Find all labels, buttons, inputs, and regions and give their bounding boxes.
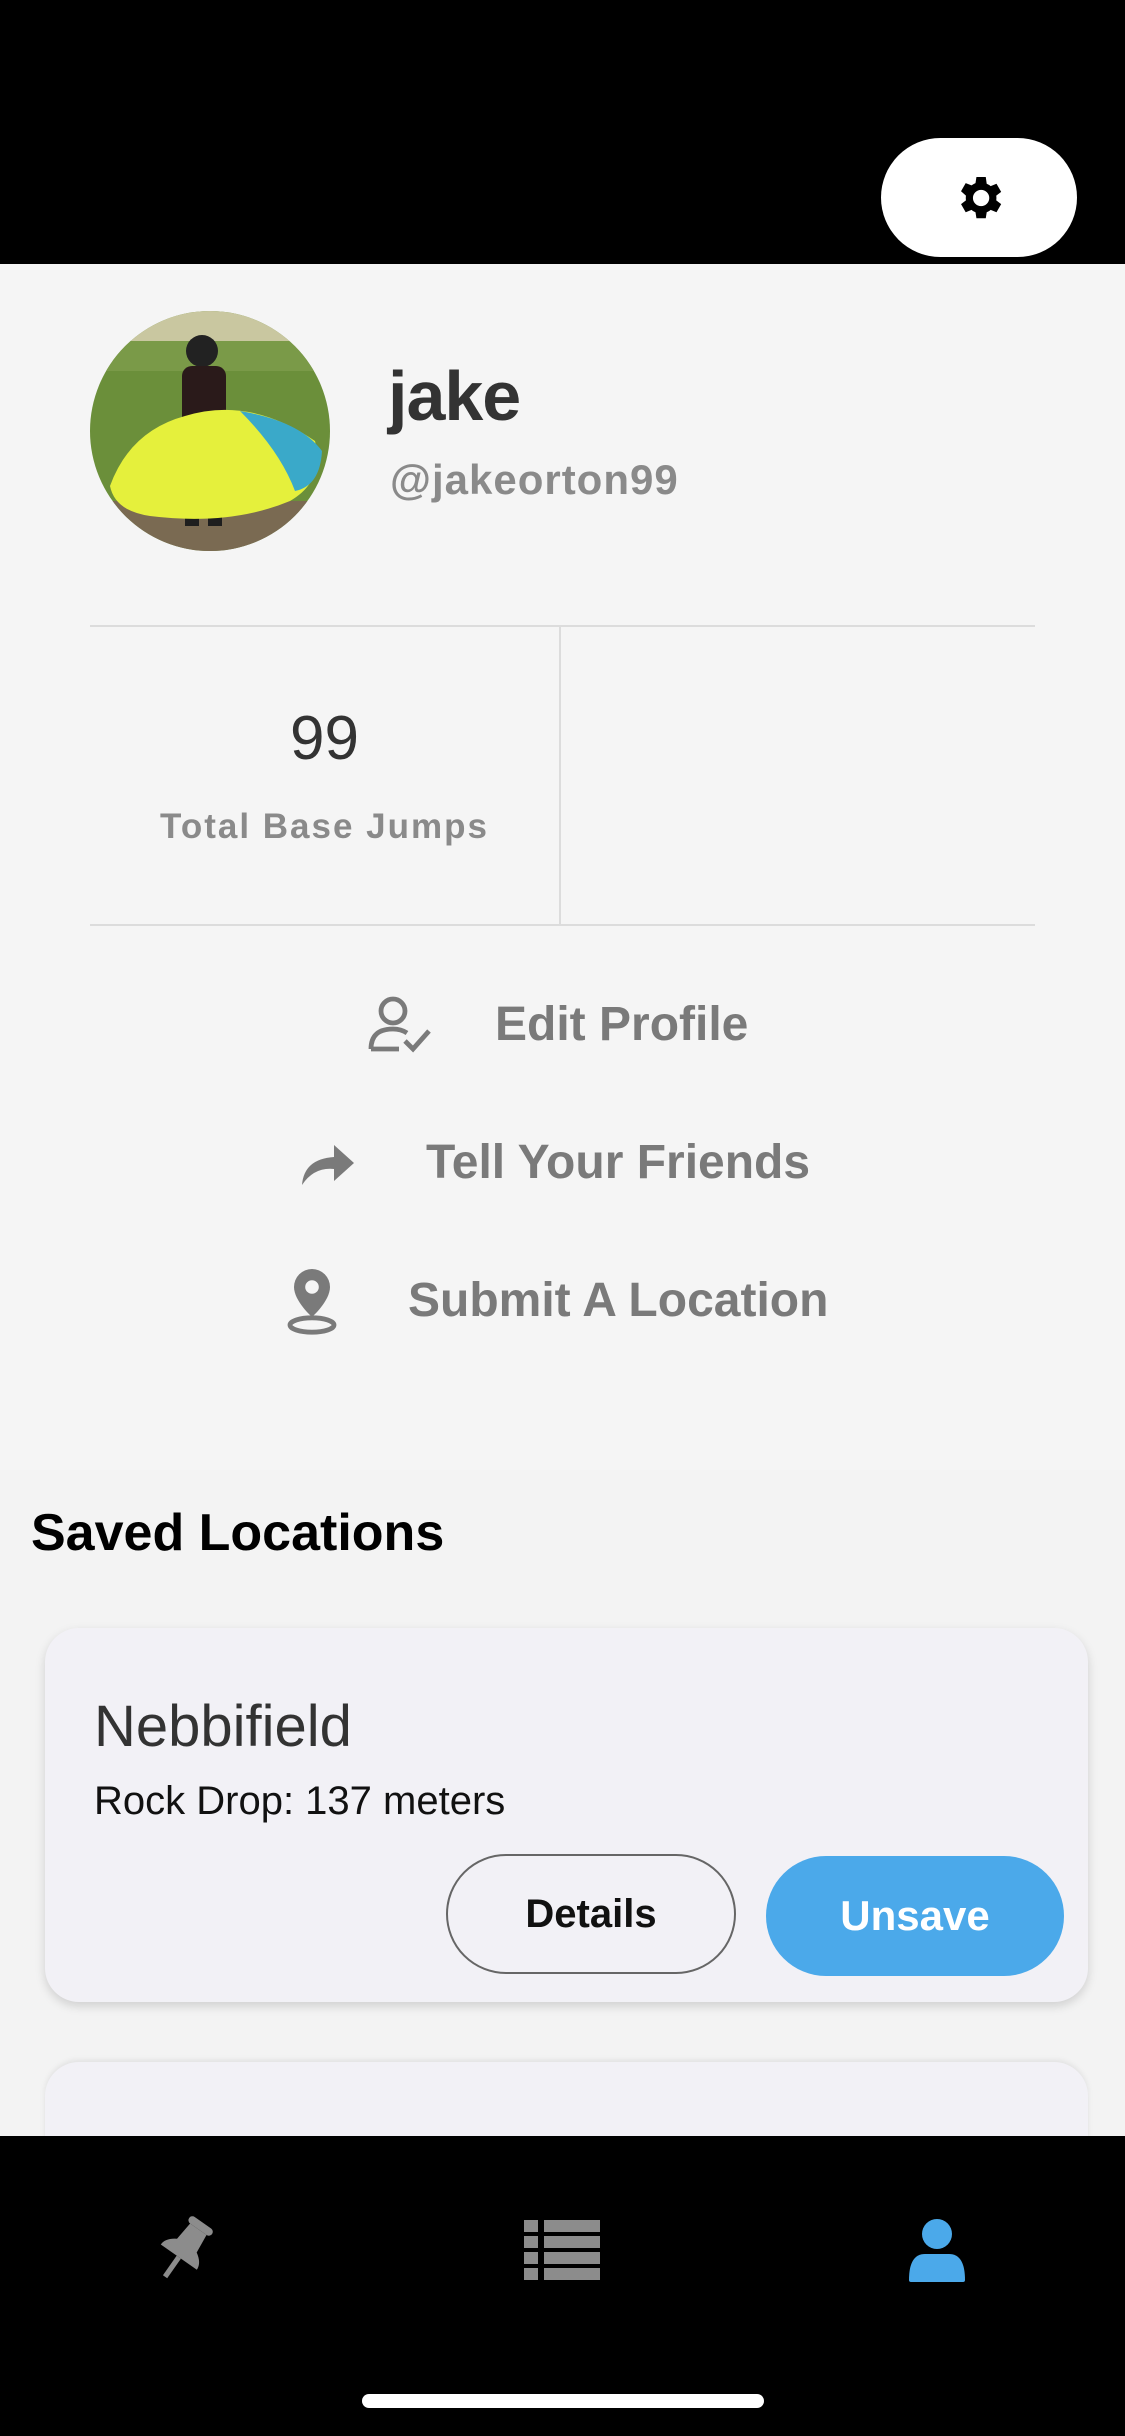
user-icon [909,2219,965,2282]
stat-label: Total Base Jumps [160,807,489,846]
submit-location-button[interactable]: Submit A Location [284,1260,828,1340]
stat-value: 99 [290,704,359,773]
share-arrow-icon [298,1137,358,1187]
user-name: jake [388,357,521,435]
location-name: Nebbifield [94,1694,352,1759]
unsave-button[interactable]: Unsave [766,1856,1064,1976]
edit-profile-label: Edit Profile [495,997,749,1051]
settings-button[interactable] [881,138,1077,257]
stats-panel: 99 Total Base Jumps [90,625,1035,926]
gear-icon [961,176,1002,218]
tab-list[interactable] [512,2200,612,2300]
user-check-icon [365,995,435,1053]
user-handle: @jakeorton99 [390,456,679,503]
tab-map[interactable] [137,2200,237,2300]
home-indicator [362,2394,764,2408]
map-pin-icon [284,1265,340,1335]
details-button[interactable]: Details [446,1854,736,1974]
saved-location-card: Nebbifield Rock Drop: 137 meters Details… [45,1628,1088,2002]
tell-friends-label: Tell Your Friends [426,1135,811,1189]
edit-profile-button[interactable]: Edit Profile [365,984,748,1064]
stats-divider [559,627,561,924]
tell-friends-button[interactable]: Tell Your Friends [298,1122,810,1202]
submit-location-label: Submit A Location [408,1273,829,1327]
section-title: Saved Locations [31,1504,445,1562]
location-subtitle: Rock Drop: 137 meters [94,1779,506,1823]
tab-profile[interactable] [887,2200,987,2300]
avatar[interactable] [90,311,330,551]
pushpin-icon [160,2216,213,2279]
list-icon [524,2220,600,2280]
